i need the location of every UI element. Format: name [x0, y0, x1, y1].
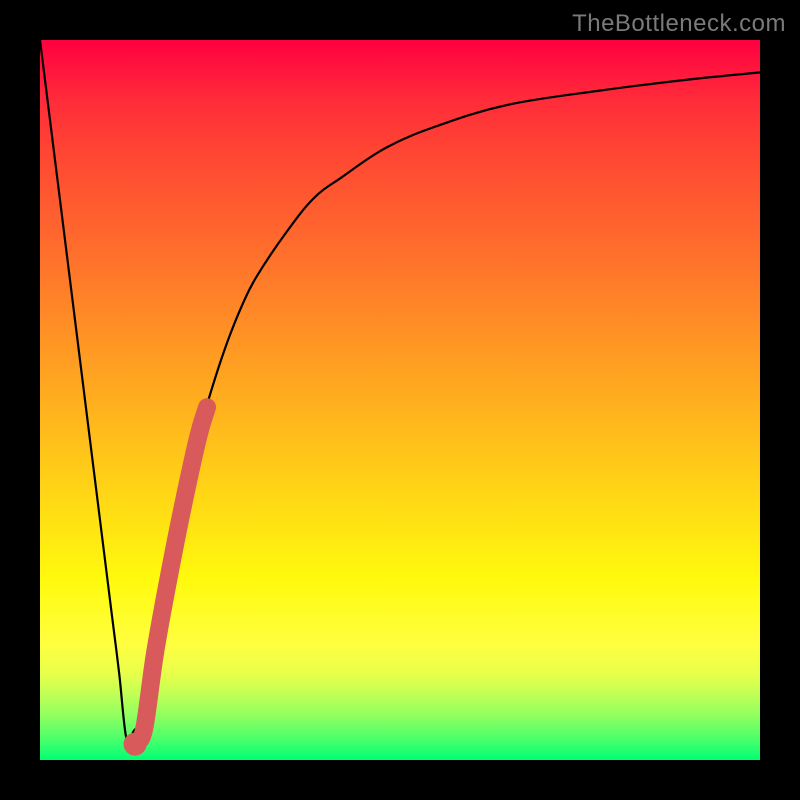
- highlighted-segment: [137, 407, 207, 742]
- bottleneck-curve: [40, 40, 760, 742]
- bottleneck-plot: [40, 40, 760, 760]
- watermark-label: TheBottleneck.com: [572, 10, 786, 38]
- chart-frame: TheBottleneck.com: [0, 0, 800, 800]
- minimum-marker: [124, 733, 146, 755]
